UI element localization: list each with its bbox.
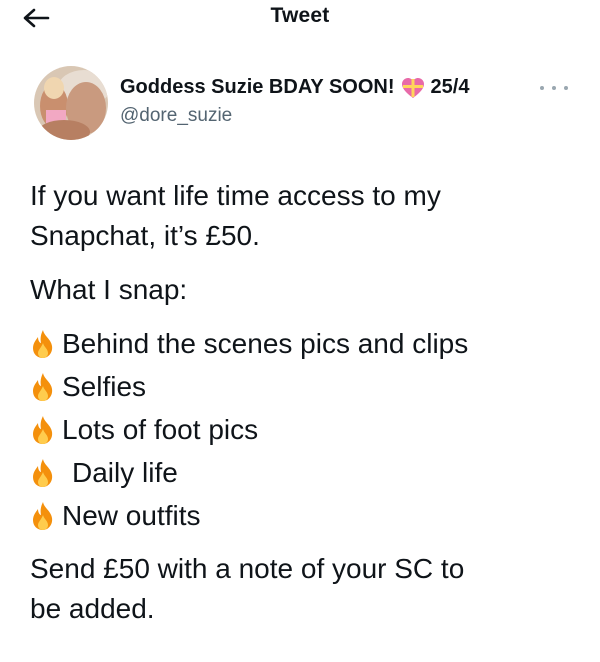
- tweet-line: If you want life time access to my: [30, 180, 441, 211]
- list-item-text: Selfies: [62, 370, 147, 402]
- avatar[interactable]: [34, 66, 108, 140]
- list-item-text: Daily life: [72, 456, 178, 488]
- list-item: Selfies: [30, 365, 578, 408]
- tweet-closing: Send £50 with a note of your SC to be ad…: [30, 549, 578, 629]
- fire-emoji-icon: [33, 501, 53, 530]
- list-item: New outfits: [30, 494, 578, 537]
- heart-gift-emoji-icon: [401, 77, 425, 99]
- fire-emoji-icon: [33, 458, 53, 487]
- fire-emoji-icon: [33, 415, 53, 444]
- avatar-photo: [34, 66, 108, 140]
- tweet-line: Snapchat, it’s £50.: [30, 220, 260, 251]
- tweet-intro: What I snap:: [30, 274, 188, 305]
- list-item: Lots of foot pics: [30, 408, 578, 451]
- display-name-text: Goddess Suzie BDAY SOON!: [120, 76, 395, 98]
- dot-icon: [540, 86, 544, 90]
- list-item-text: Behind the scenes pics and clips: [62, 327, 469, 359]
- tweet-line: be added.: [30, 593, 155, 624]
- page-title: Tweet: [270, 4, 330, 27]
- tweet-text: If you want life time access to my Snapc…: [30, 176, 578, 643]
- top-bar: Tweet: [0, 0, 600, 36]
- author-handle[interactable]: @dore_suzie: [120, 105, 469, 127]
- dot-icon: [552, 86, 556, 90]
- fire-emoji-icon: [33, 372, 53, 401]
- author-display-name[interactable]: Goddess Suzie BDAY SOON! 25/4: [120, 76, 469, 99]
- fire-emoji-icon: [33, 329, 53, 358]
- list-item-text: New outfits: [62, 499, 201, 531]
- list-item: Behind the scenes pics and clips: [30, 322, 578, 365]
- more-options-button[interactable]: [540, 80, 568, 96]
- display-name-suffix: 25/4: [430, 76, 470, 98]
- tweet-header: Goddess Suzie BDAY SOON! 25/4 @dore_suzi…: [34, 66, 574, 146]
- tweet-paragraph: If you want life time access to my Snapc…: [30, 176, 578, 256]
- dot-icon: [564, 86, 568, 90]
- snap-list: Behind the scenes pics and clips Selfies…: [30, 322, 578, 537]
- tweet-line: Send £50 with a note of your SC to: [30, 553, 465, 584]
- list-item-text: Lots of foot pics: [62, 413, 259, 445]
- list-item: Daily life: [30, 451, 578, 494]
